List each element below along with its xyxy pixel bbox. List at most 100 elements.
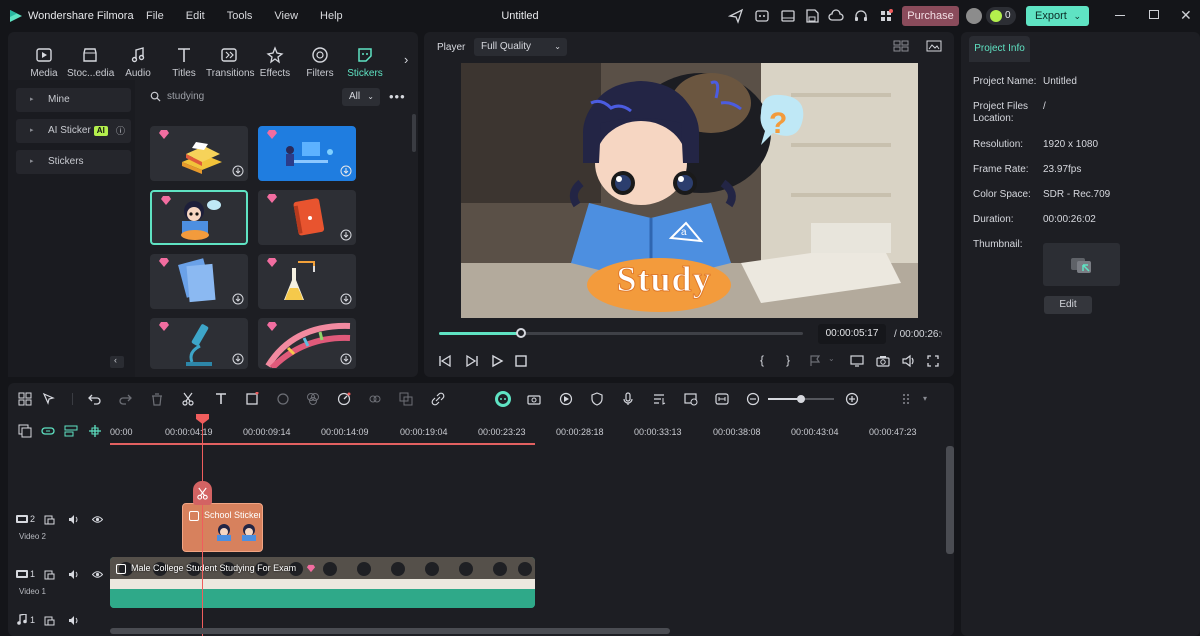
lock-icon[interactable] (44, 514, 55, 525)
tab-filters[interactable]: Filters (297, 46, 343, 79)
zoom-slider-knob[interactable] (797, 395, 805, 403)
select-tool-icon[interactable] (42, 392, 56, 406)
fullscreen-icon[interactable] (926, 354, 940, 368)
minimize-icon[interactable] (1115, 15, 1125, 16)
layout-icon[interactable] (780, 8, 796, 24)
playhead-handle[interactable] (196, 414, 209, 424)
effects-tool-icon[interactable] (276, 392, 290, 406)
tab-effects[interactable]: Effects (252, 46, 298, 79)
audio-mixer-icon[interactable] (652, 392, 666, 406)
tab-transitions[interactable]: Transitions (206, 46, 255, 79)
download-icon[interactable] (340, 165, 352, 177)
send-icon[interactable] (728, 8, 744, 24)
record-video-icon[interactable] (527, 392, 541, 406)
mark-in-icon[interactable]: { (760, 353, 764, 367)
lock-icon[interactable] (44, 569, 55, 580)
restore-icon[interactable] (1149, 10, 1159, 19)
tab-project-info[interactable]: Project Info (969, 36, 1030, 62)
ai-mate-icon[interactable] (495, 391, 511, 407)
timeline-options-icon[interactable] (901, 392, 915, 406)
snapshot-view-icon[interactable] (926, 40, 942, 52)
timeline-ruler[interactable]: 00:00 00:00:04:19 00:00:09:14 00:00:14:0… (110, 416, 946, 444)
library-scrollbar[interactable] (412, 114, 416, 152)
tab-media[interactable]: Media (21, 46, 67, 79)
auto-highlight-icon[interactable] (559, 392, 573, 406)
grid-view-icon[interactable] (893, 40, 909, 52)
sticker-card-books[interactable] (150, 126, 248, 181)
microphone-icon[interactable] (621, 392, 635, 406)
marker-icon[interactable] (808, 354, 822, 368)
info-icon[interactable]: ⓘ (116, 119, 125, 143)
menu-edit[interactable]: Edit (186, 10, 205, 22)
redo-icon[interactable] (118, 392, 132, 406)
sticker-card-notebook[interactable] (258, 190, 356, 245)
camera-icon[interactable] (876, 354, 890, 368)
layout-grid-icon[interactable] (18, 392, 32, 406)
ai-tool-icon[interactable] (368, 392, 382, 406)
chevron-down-icon[interactable]: ▾ (923, 394, 927, 403)
menu-tools[interactable]: Tools (227, 10, 253, 22)
next-frame-icon[interactable] (465, 354, 479, 368)
playback-scrubber[interactable] (516, 328, 526, 338)
sticker-card-desk-scene[interactable] (258, 126, 356, 181)
mute-icon[interactable] (68, 514, 79, 525)
color-icon[interactable] (306, 392, 320, 406)
menu-file[interactable]: File (146, 10, 164, 22)
magnet-link-icon[interactable] (41, 424, 55, 438)
volume-icon[interactable] (901, 354, 915, 368)
search-input[interactable]: studying (143, 86, 338, 108)
close-icon[interactable]: ✕ (1180, 7, 1192, 24)
tabs-next-icon[interactable]: › (404, 52, 408, 67)
mark-out-icon[interactable]: } (786, 353, 790, 367)
ai-assistant-icon[interactable] (754, 8, 770, 24)
playhead-line[interactable] (202, 416, 203, 636)
menu-view[interactable]: View (274, 10, 298, 22)
download-icon[interactable] (340, 293, 352, 305)
preview-render-icon[interactable] (684, 392, 698, 406)
split-at-playhead-button[interactable] (193, 481, 212, 505)
prev-frame-icon[interactable] (438, 354, 452, 368)
sidebar-item-mine[interactable]: ▸ Mine (16, 88, 131, 112)
link-icon[interactable] (431, 392, 445, 406)
quality-select[interactable]: Full Quality ⌄ (474, 38, 567, 56)
timeline-vertical-scrollbar[interactable] (946, 446, 954, 554)
snap-icon[interactable] (88, 424, 102, 438)
coins-badge[interactable]: 0 (986, 7, 1016, 25)
video-clip[interactable]: Male College Student Studying For Exam (110, 557, 535, 608)
download-icon[interactable] (340, 353, 352, 365)
tab-stickers[interactable]: Stickers (342, 46, 388, 79)
avatar[interactable] (966, 8, 982, 24)
download-icon[interactable] (232, 293, 244, 305)
fit-timeline-icon[interactable] (715, 392, 729, 406)
more-icon[interactable]: ••• (389, 89, 406, 104)
audio-track-1[interactable] (110, 612, 946, 628)
undo-icon[interactable] (88, 392, 102, 406)
sticker-card-study-girl[interactable] (150, 190, 248, 245)
zoom-out-icon[interactable] (746, 392, 760, 406)
stop-icon[interactable] (514, 354, 528, 368)
crop-icon[interactable] (245, 392, 259, 406)
lock-icon[interactable] (44, 615, 55, 626)
eye-icon[interactable] (92, 570, 103, 579)
download-icon[interactable] (232, 353, 244, 365)
mute-icon[interactable] (68, 615, 79, 626)
headset-icon[interactable] (853, 8, 869, 24)
collapse-sidebar-button[interactable]: ‹ (110, 355, 124, 368)
speed-icon[interactable] (337, 392, 351, 406)
menu-help[interactable]: Help (320, 10, 343, 22)
track-lanes-icon[interactable] (64, 424, 78, 438)
tab-stock-media[interactable]: Stoc...edia (67, 46, 114, 79)
sticker-card-papers[interactable] (150, 254, 248, 309)
delete-icon[interactable] (150, 392, 164, 406)
tab-titles[interactable]: Titles (161, 46, 207, 79)
sticker-card-dna[interactable] (258, 318, 356, 369)
export-button[interactable]: Export ⌄ (1026, 6, 1089, 26)
tab-audio[interactable]: Audio (115, 46, 161, 79)
text-tool-icon[interactable] (214, 392, 228, 406)
video-preview[interactable]: a ? Study (461, 63, 918, 318)
cloud-icon[interactable] (828, 8, 844, 24)
zoom-in-icon[interactable] (845, 392, 859, 406)
display-icon[interactable] (850, 354, 864, 368)
add-track-icon[interactable] (18, 424, 32, 438)
purchase-button[interactable]: Purchase (902, 6, 959, 26)
